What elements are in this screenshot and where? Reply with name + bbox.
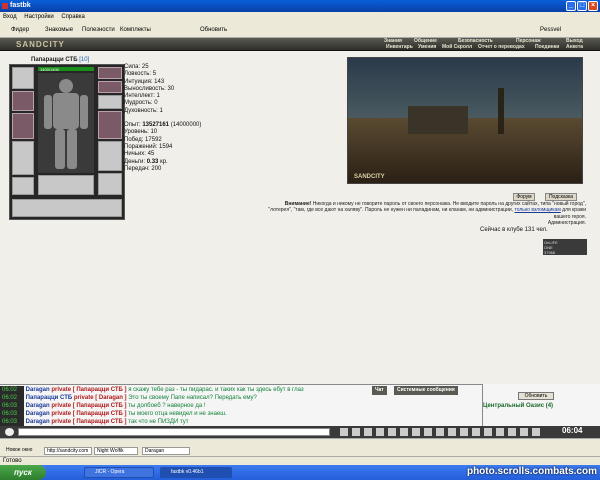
chat-input-bar: 06:04 xyxy=(0,426,600,438)
game-clock: 06:04 xyxy=(562,426,583,435)
nav-skills[interactable]: Умения xyxy=(418,44,436,50)
toolbar-kits[interactable]: Комплекты xyxy=(120,27,151,33)
helmet-slot[interactable] xyxy=(12,67,34,89)
new-window-button[interactable]: Новое окно xyxy=(6,447,32,453)
menu-login[interactable]: Вход xyxy=(3,14,17,20)
money-line: Деньги: 0.33 кр. xyxy=(124,158,168,165)
stat-wisdom: Мудрость: 0 xyxy=(124,100,158,107)
scene-badge: SANDCITY xyxy=(354,174,385,180)
ring-slots[interactable] xyxy=(98,95,122,109)
chat-tabs: Чат Системные сообщения xyxy=(367,386,482,396)
tab-night-wolfik[interactable]: Night Wolfik xyxy=(94,447,138,455)
toolbar-contacts[interactable]: Знакомые xyxy=(45,27,73,33)
menu-bar: Вход Настройки Справка xyxy=(0,12,600,22)
experience-line: Опыт: 13527161 (14000000) xyxy=(124,122,202,129)
location-panel: Обновить Центральный Оазис (4) xyxy=(482,384,600,426)
hp-text: 1400/1400 xyxy=(40,67,59,72)
draws-line: Ничьих: 45 xyxy=(124,151,155,158)
nav-fights[interactable]: Поединки xyxy=(535,44,559,50)
tab-system-messages[interactable]: Системные сообщения xyxy=(394,386,458,395)
character-name[interactable]: Папарацци СТБ [10] xyxy=(31,57,89,63)
send-icon[interactable] xyxy=(5,428,14,436)
shield-slot[interactable] xyxy=(98,111,122,139)
scene-tower[interactable] xyxy=(498,88,504,134)
game-logo: SANDCITY xyxy=(16,40,65,49)
wins-line: Побед: 17592 xyxy=(124,136,162,143)
stat-agility: Ловкость: 5 xyxy=(124,71,157,78)
boots-slot[interactable] xyxy=(98,173,122,195)
chat-tool-icons[interactable] xyxy=(340,428,540,436)
chat-message[interactable]: 06:03 Daragan private [ Папарацци СТБ ] … xyxy=(0,418,189,426)
nav-my-scroll[interactable]: Мой Скролл xyxy=(442,44,472,50)
watermark: photo.scrolls.combats.com xyxy=(466,466,597,477)
weapon-slot[interactable] xyxy=(12,113,34,139)
toolbar-utilities[interactable]: Полезности xyxy=(82,27,115,33)
nav-transfer-report[interactable]: Отчет о переводах xyxy=(478,44,525,50)
toolbar-refresh[interactable]: Обновить xyxy=(200,27,227,33)
app-icon xyxy=(2,3,8,9)
chat-message[interactable]: 06:03 Daragan private [ Папарацци СТБ ] … xyxy=(0,410,227,418)
menu-help[interactable]: Справка xyxy=(61,14,85,20)
visitor-counter[interactable]: OnLIFE ONE 37966 xyxy=(543,239,587,255)
losses-line: Поражений: 1594 xyxy=(124,143,173,150)
paperdoll: 1400/1400 xyxy=(9,64,125,220)
stat-endurance: Выносливость: 30 xyxy=(124,85,175,92)
chat-message[interactable]: 06:02 Daragan private [ Папарацци СТБ ] … xyxy=(0,386,304,394)
chat-message[interactable]: 06:02 Папарацци СТБ private [ Daragan ] … xyxy=(0,394,257,402)
url-tab[interactable]: http://sandcity.com xyxy=(44,447,92,455)
necklace-slot[interactable] xyxy=(98,81,122,93)
armor-slot[interactable] xyxy=(12,141,34,175)
amulet-slot[interactable] xyxy=(12,91,34,111)
menu-settings[interactable]: Настройки xyxy=(24,14,53,20)
tab-daragan[interactable]: Daragan xyxy=(142,447,190,455)
taskbar-opera[interactable]: JICR - Opera xyxy=(84,467,154,478)
taskbar-fastbk[interactable]: fastbk v0.46b1 xyxy=(160,467,232,478)
stat-strength: Сила: 25 xyxy=(124,64,149,70)
thieves-link[interactable]: только взломщикам xyxy=(514,207,560,213)
legs-slot[interactable] xyxy=(98,141,122,171)
location-scene[interactable]: SANDCITY xyxy=(347,57,583,184)
level-line: Уровень: 10 xyxy=(124,129,158,136)
character-stats: Сила: 25 Ловкость: 5 Интуиция: 143 Вынос… xyxy=(124,64,201,173)
chat-message[interactable]: 06:03 Daragan private [ Папарацци СТБ ] … xyxy=(0,402,206,410)
minimize-button[interactable]: _ xyxy=(566,1,576,11)
online-count: Сейчас в клубе 131 чел. xyxy=(480,227,548,233)
toolbar-feeder[interactable]: Фидер xyxy=(11,27,29,33)
toolbar: Фидер Знакомые Полезности Комплекты Обно… xyxy=(0,22,600,38)
status-bar: Готово xyxy=(0,456,600,465)
close-button[interactable]: × xyxy=(588,1,598,11)
character-name-text[interactable]: Папарацци СТБ xyxy=(31,57,78,63)
stat-spirituality: Духовность: 1 xyxy=(124,107,163,114)
earring-slot[interactable] xyxy=(98,67,122,79)
hint-button[interactable]: Подсказка xyxy=(545,193,577,201)
chat-input[interactable] xyxy=(18,428,330,436)
nav-inventory[interactable]: Инвентарь xyxy=(386,44,413,50)
character-silhouette xyxy=(38,73,94,173)
security-warning: Внимание! Никогда и никому не говорите п… xyxy=(268,201,586,227)
refresh-button[interactable]: Обновить xyxy=(518,392,554,400)
stat-intuition: Интуиция: 143 xyxy=(124,78,165,85)
window-title: fastbk xyxy=(10,2,31,9)
location-name: Центральный Оазис (4) xyxy=(483,403,554,409)
belt-slot[interactable] xyxy=(12,177,34,195)
start-button[interactable]: пуск xyxy=(0,465,46,480)
transfers-line: Передач: 200 xyxy=(124,165,162,172)
scene-building[interactable] xyxy=(408,106,468,134)
nav-profile[interactable]: Анкета xyxy=(566,44,583,50)
toolbar-user: Pessvel xyxy=(540,27,562,33)
character-level: [10] xyxy=(79,57,90,63)
stat-intellect: Интеллект: 1 xyxy=(124,93,160,100)
maximize-button[interactable]: □ xyxy=(577,1,587,11)
rune-slots[interactable] xyxy=(38,175,94,195)
address-bar: Новое окно http://sandcity.com Night Wol… xyxy=(0,438,600,456)
game-header: SANDCITY Знания Общение Безопасность Пер… xyxy=(0,38,600,51)
belt-pockets[interactable] xyxy=(12,199,122,217)
window-titlebar: fastbk _ □ × xyxy=(0,0,600,12)
forum-button[interactable]: Форум xyxy=(513,193,535,201)
tab-chat[interactable]: Чат xyxy=(372,386,387,395)
